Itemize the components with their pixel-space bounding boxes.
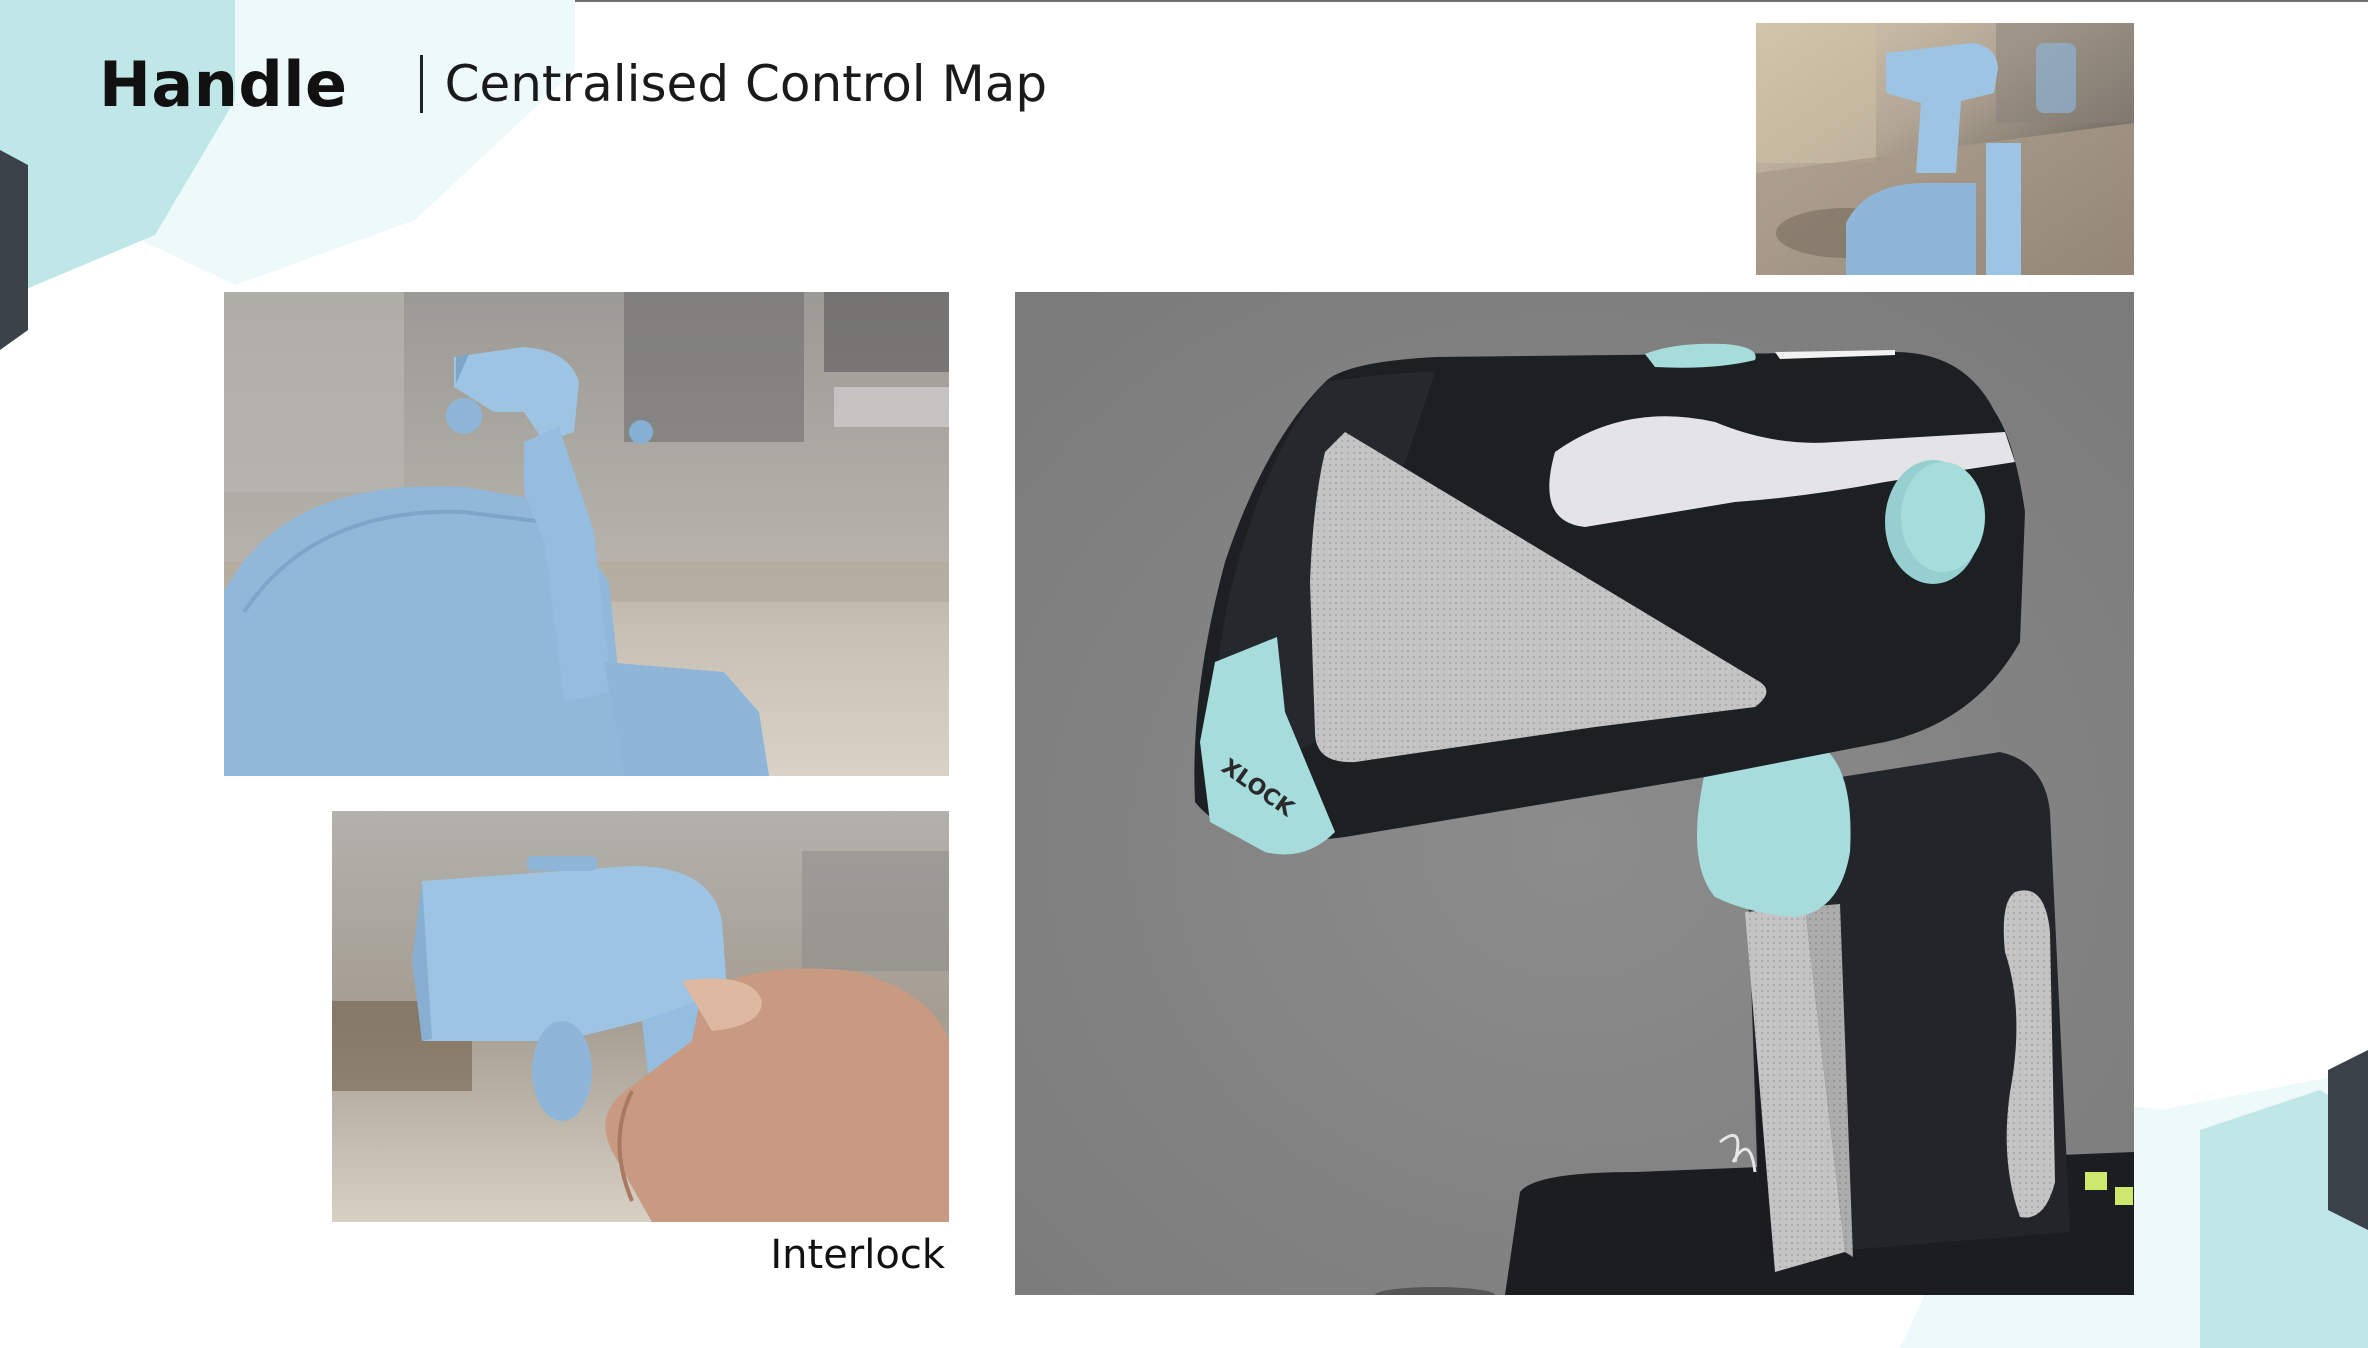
page-title: Handle: [99, 47, 348, 121]
title-divider: [419, 55, 423, 113]
foam-model-photo-hand-grip: [332, 811, 949, 1222]
foam-model-photo-side-view: [224, 292, 949, 776]
handle-render-image: XLOCK: [1015, 292, 2134, 1295]
slide-header: Handle Centralised Control Map: [99, 44, 1047, 124]
interlock-caption: Interlock: [770, 1232, 945, 1278]
page-subtitle: Centralised Control Map: [444, 55, 1048, 113]
foam-model-photo-top-right: [1756, 23, 2134, 275]
